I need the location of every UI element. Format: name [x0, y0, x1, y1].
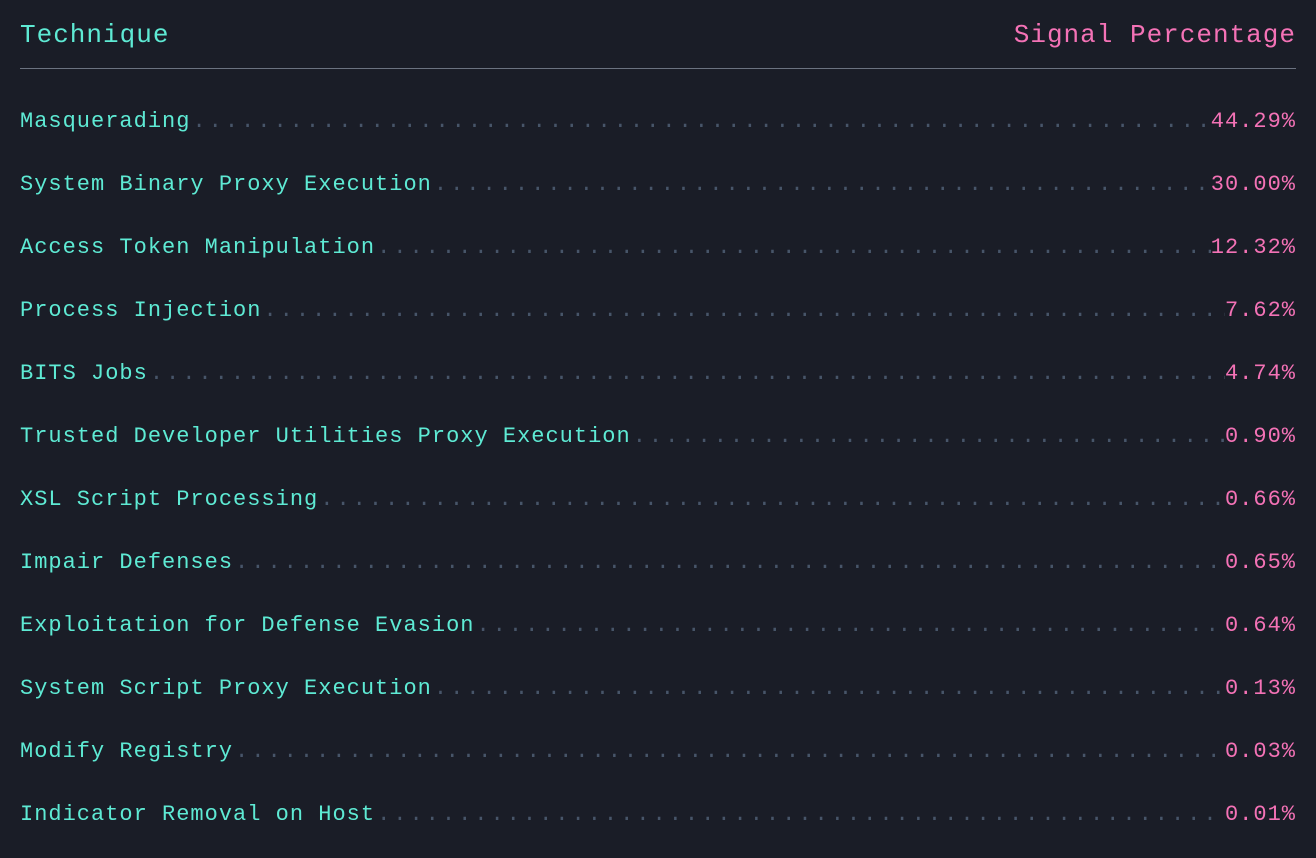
table-row: Impair Defenses.........................… — [20, 550, 1296, 575]
technique-name: Access Token Manipulation — [20, 235, 375, 260]
percentage-value: 30.00% — [1211, 172, 1296, 197]
technique-name: Masquerading — [20, 109, 190, 134]
percentage-value: 4.74% — [1225, 361, 1296, 386]
dot-leader: ........................................… — [190, 109, 1210, 134]
dot-leader: ........................................… — [474, 613, 1225, 638]
table-row: Modify Registry.........................… — [20, 739, 1296, 764]
dot-leader: ........................................… — [631, 424, 1225, 449]
percentage-value: 0.66% — [1225, 487, 1296, 512]
dot-leader: ........................................… — [233, 739, 1225, 764]
dot-leader: ........................................… — [233, 550, 1225, 575]
percentage-value: 0.90% — [1225, 424, 1296, 449]
table-row: Exploitation for Defense Evasion........… — [20, 613, 1296, 638]
table-header: Technique Signal Percentage — [20, 20, 1296, 69]
technique-name: Trusted Developer Utilities Proxy Execut… — [20, 424, 631, 449]
dot-leader: ........................................… — [261, 298, 1225, 323]
percentage-value: 7.62% — [1225, 298, 1296, 323]
header-technique-label: Technique — [20, 20, 169, 50]
technique-name: XSL Script Processing — [20, 487, 318, 512]
dot-leader: ........................................… — [375, 235, 1211, 260]
technique-name: Indicator Removal on Host — [20, 802, 375, 827]
dot-leader: ........................................… — [318, 487, 1225, 512]
percentage-value: 0.01% — [1225, 802, 1296, 827]
percentage-value: 12.32% — [1211, 235, 1296, 260]
dot-leader: ........................................… — [148, 361, 1225, 386]
technique-name: BITS Jobs — [20, 361, 148, 386]
dot-leader: ........................................… — [432, 172, 1211, 197]
percentage-value: 0.65% — [1225, 550, 1296, 575]
percentage-value: 0.03% — [1225, 739, 1296, 764]
header-percentage-label: Signal Percentage — [1014, 20, 1296, 50]
table-row: Trusted Developer Utilities Proxy Execut… — [20, 424, 1296, 449]
table-row: Indicator Removal on Host...............… — [20, 802, 1296, 827]
percentage-value: 0.13% — [1225, 676, 1296, 701]
table-body: Masquerading............................… — [20, 109, 1296, 827]
dot-leader: ........................................… — [432, 676, 1225, 701]
dot-leader: ........................................… — [375, 802, 1225, 827]
technique-name: Exploitation for Defense Evasion — [20, 613, 474, 638]
table-row: Process Injection.......................… — [20, 298, 1296, 323]
table-row: Masquerading............................… — [20, 109, 1296, 134]
technique-name: Process Injection — [20, 298, 261, 323]
table-row: System Script Proxy Execution...........… — [20, 676, 1296, 701]
table-row: BITS Jobs...............................… — [20, 361, 1296, 386]
table-row: Access Token Manipulation...............… — [20, 235, 1296, 260]
technique-name: System Script Proxy Execution — [20, 676, 432, 701]
technique-name: System Binary Proxy Execution — [20, 172, 432, 197]
table-row: XSL Script Processing...................… — [20, 487, 1296, 512]
percentage-value: 0.64% — [1225, 613, 1296, 638]
percentage-value: 44.29% — [1211, 109, 1296, 134]
table-row: System Binary Proxy Execution...........… — [20, 172, 1296, 197]
technique-name: Modify Registry — [20, 739, 233, 764]
technique-name: Impair Defenses — [20, 550, 233, 575]
